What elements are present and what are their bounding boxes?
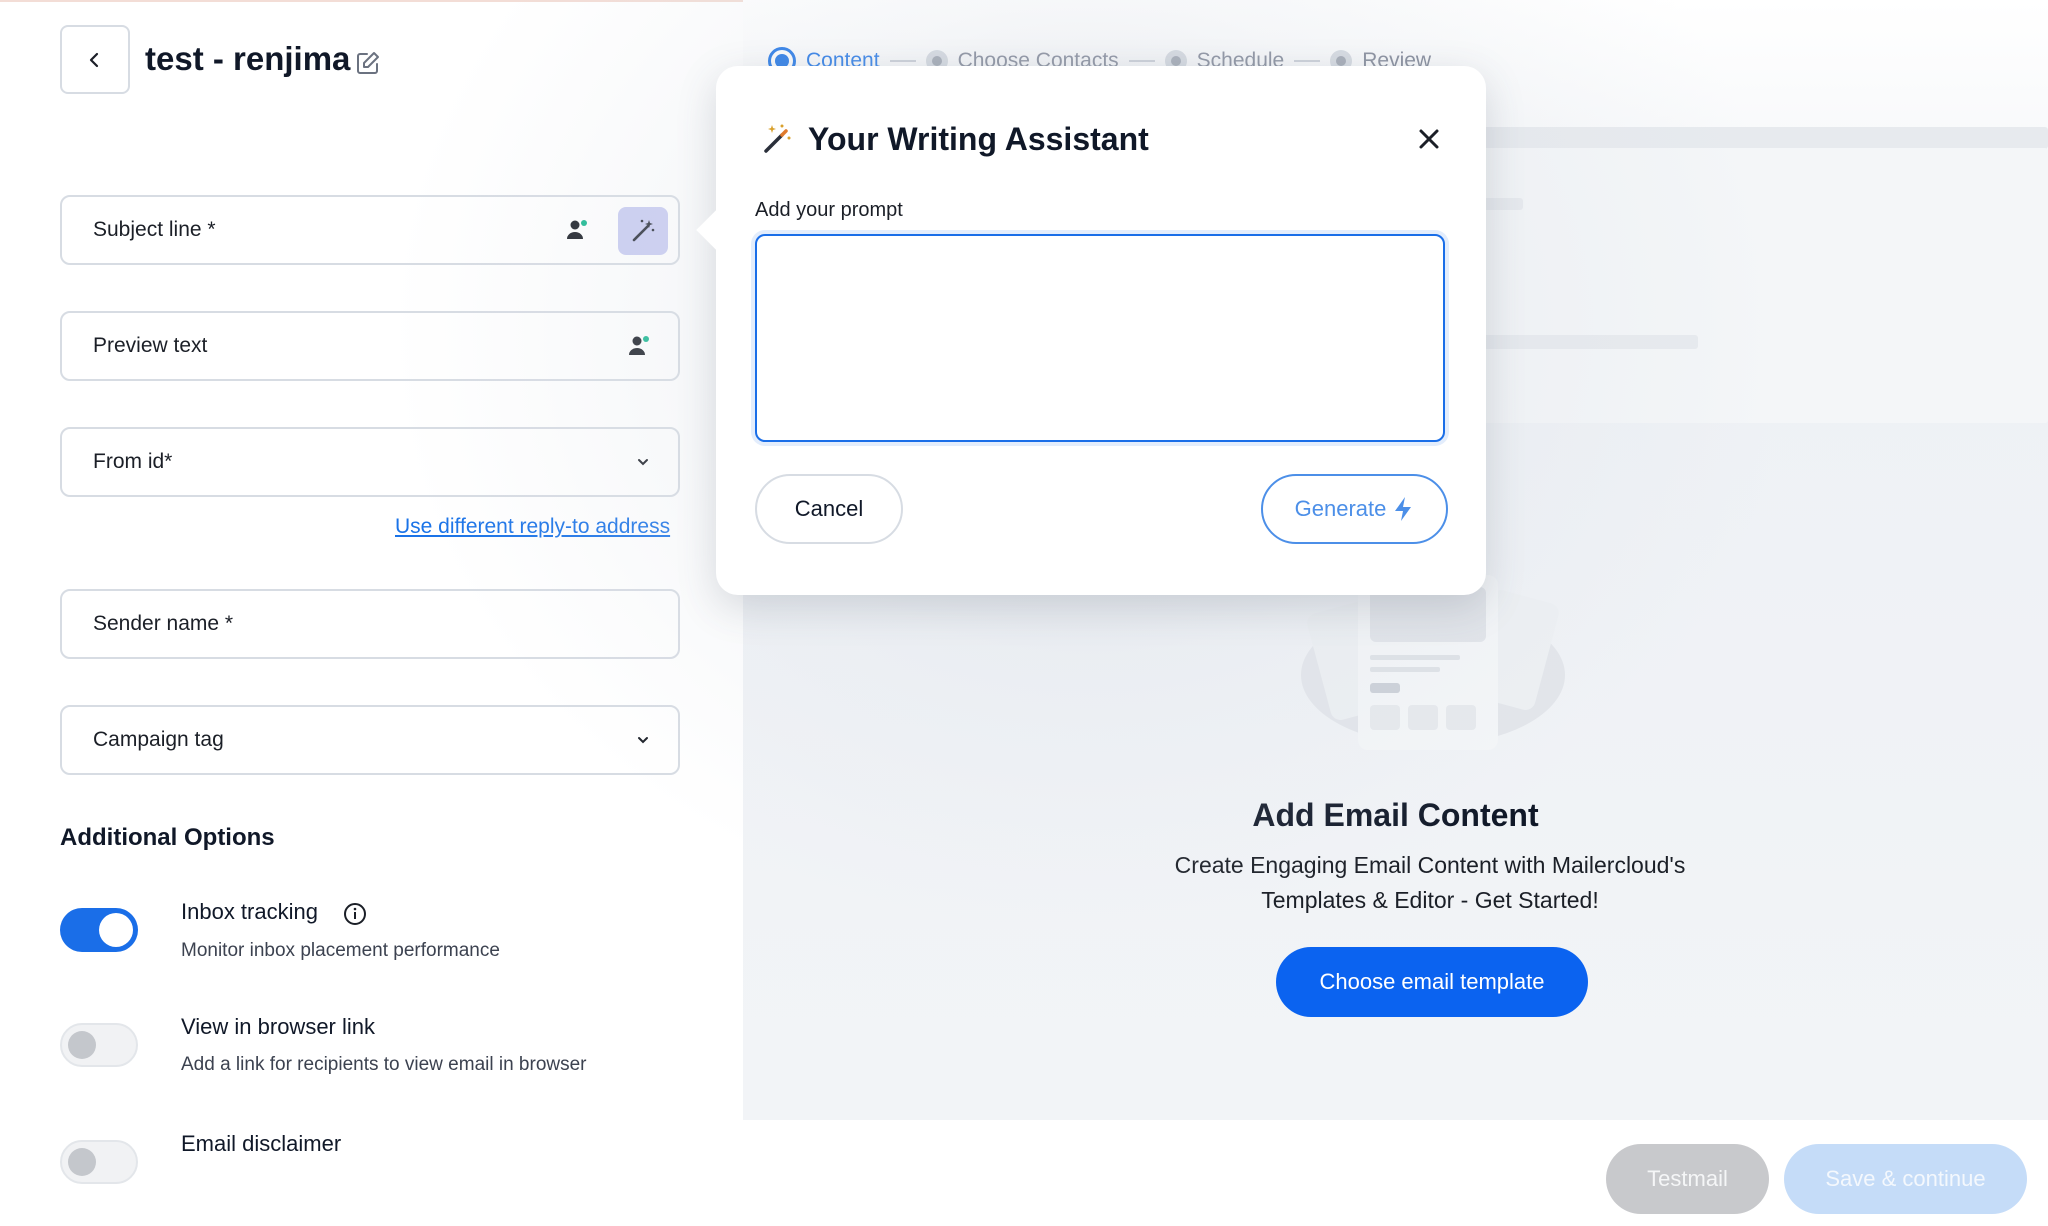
email-disclaimer-toggle[interactable]: [60, 1140, 138, 1184]
magic-wand-icon: [764, 124, 791, 153]
from-id-label: From id*: [93, 450, 173, 473]
view-in-browser-toggle[interactable]: [60, 1023, 138, 1067]
email-disclaimer-title: Email disclaimer: [181, 1131, 342, 1156]
prompt-label: Add your prompt: [755, 199, 903, 221]
sender-name-field[interactable]: Sender name *: [60, 589, 680, 659]
cancel-button[interactable]: Cancel: [755, 474, 903, 544]
modal-pointer: [696, 210, 736, 250]
chevron-left-icon: [89, 52, 99, 67]
step-connector: [1128, 60, 1155, 62]
back-button[interactable]: [60, 25, 130, 94]
view-in-browser-description: Add a link for recipients to view email …: [181, 1054, 587, 1075]
placeholder-bar: [1483, 335, 1698, 349]
preview-text-field[interactable]: Preview text: [60, 311, 680, 381]
placeholder-block: [1483, 148, 2048, 423]
placeholder-bar: [1483, 198, 1523, 210]
page-title: test - renjima: [145, 40, 351, 77]
modal-title: Your Writing Assistant: [808, 121, 1149, 157]
lightning-icon: [1395, 497, 1412, 521]
step-connector: [1294, 60, 1321, 62]
close-icon[interactable]: [1412, 122, 1446, 156]
inbox-tracking-toggle[interactable]: [60, 908, 138, 952]
sender-name-label: Sender name *: [93, 612, 234, 635]
reply-to-address-link[interactable]: Use different reply-to address: [395, 515, 670, 539]
generate-label: Generate: [1294, 496, 1387, 521]
inbox-tracking-title: Inbox tracking: [181, 899, 318, 924]
empty-state-subtitle: Create Engaging Email Content with Maile…: [1174, 852, 1686, 913]
subject-line-field[interactable]: Subject line *: [60, 195, 680, 265]
empty-state-title: Add Email Content: [1252, 797, 1539, 833]
chevron-down-icon: [638, 459, 648, 466]
subject-line-label: Subject line *: [93, 218, 216, 241]
additional-options-title: Additional Options: [60, 824, 275, 851]
preview-text-label: Preview text: [93, 334, 208, 357]
personalize-icon[interactable]: [628, 335, 650, 357]
chevron-down-icon: [638, 737, 648, 744]
personalize-icon[interactable]: [566, 219, 588, 241]
info-icon[interactable]: [343, 902, 367, 926]
from-id-select[interactable]: From id*: [60, 427, 680, 497]
campaign-tag-select[interactable]: Campaign tag: [60, 705, 680, 775]
inbox-tracking-description: Monitor inbox placement performance: [181, 940, 500, 961]
prompt-input[interactable]: [755, 234, 1445, 442]
writing-assistant-modal: Your Writing Assistant Add your prompt C…: [696, 66, 1486, 595]
choose-email-template-button[interactable]: Choose email template: [1276, 947, 1588, 1017]
step-connector: [889, 60, 916, 62]
save-continue-button[interactable]: Save & continue: [1784, 1144, 2027, 1214]
generate-button[interactable]: Generate: [1261, 474, 1448, 544]
view-in-browser-title: View in browser link: [181, 1014, 376, 1039]
placeholder-bar: [1483, 127, 2048, 149]
campaign-tag-label: Campaign tag: [93, 728, 224, 751]
magic-wand-icon: [632, 219, 655, 242]
testmail-button[interactable]: Testmail: [1606, 1144, 1769, 1214]
writing-assistant-button[interactable]: [618, 207, 668, 255]
edit-icon[interactable]: [355, 50, 381, 76]
